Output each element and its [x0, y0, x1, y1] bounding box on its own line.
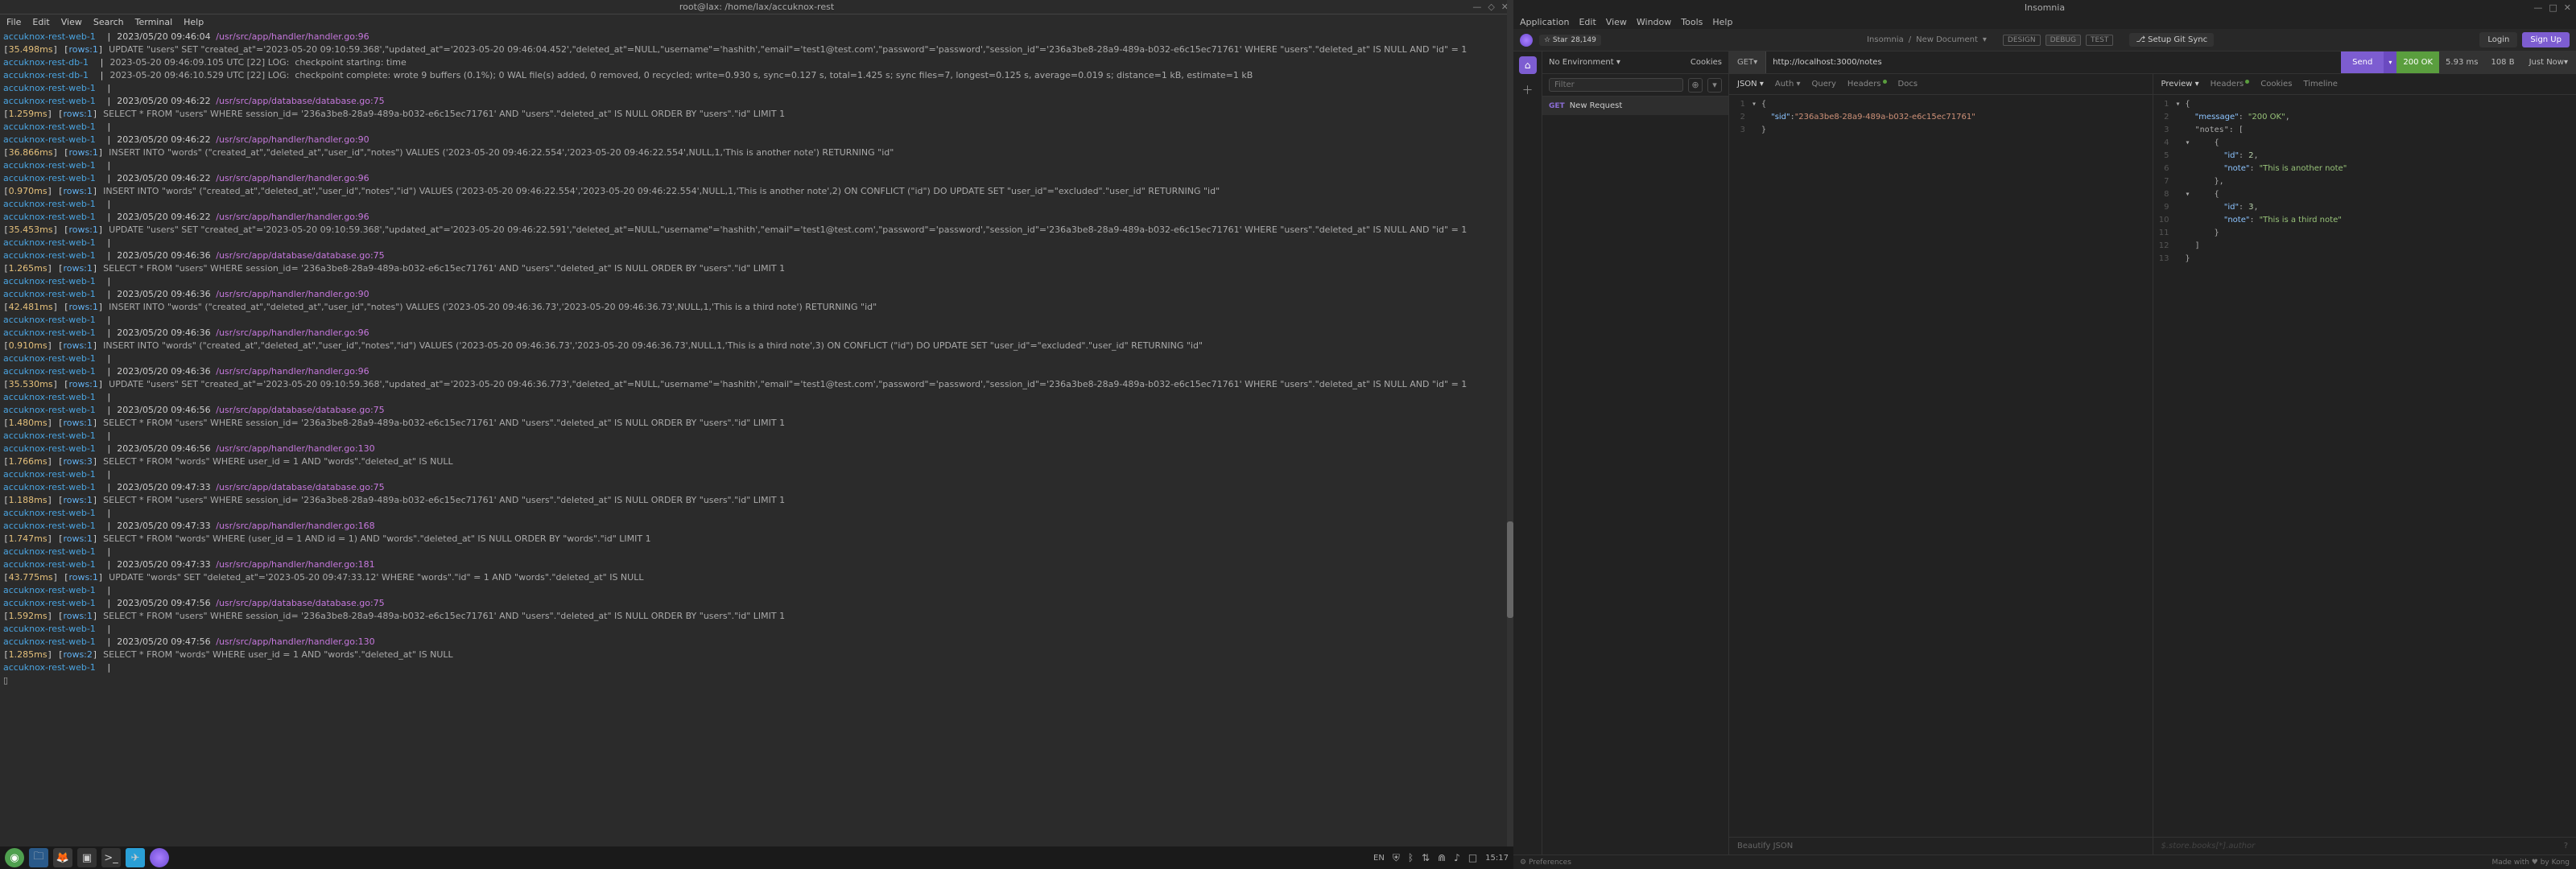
tab-auth[interactable]: Auth ▾ [1775, 80, 1801, 89]
cookies-button[interactable]: Cookies [1690, 58, 1722, 67]
request-body-editor[interactable]: 1▾ { 2 "sid":"236a3be8-28a9-489a-b032-e6… [1729, 95, 2153, 837]
menu-edit[interactable]: Edit [1579, 17, 1596, 27]
send-dropdown[interactable]: ▾ [2384, 51, 2396, 73]
menu-help[interactable]: Help [184, 17, 204, 27]
tab-preview[interactable]: Preview ▾ [2161, 80, 2199, 89]
tab-res-headers[interactable]: Headers [2211, 80, 2250, 89]
tab-res-cookies[interactable]: Cookies [2260, 80, 2292, 89]
insomnia-window: Insomnia — □ ✕ Application Edit View Win… [1513, 0, 2576, 869]
wifi-icon[interactable]: ⋒ [1438, 852, 1446, 863]
tab-test[interactable]: TEST [2086, 35, 2113, 46]
gear-icon[interactable]: ⚙ [1520, 859, 1526, 867]
maximize-icon[interactable]: □ [2549, 2, 2557, 13]
filter-help-icon[interactable]: ? [2564, 842, 2568, 850]
shield-icon[interactable]: ⛨ [1393, 852, 1400, 864]
request-name: New Request [1570, 101, 1623, 110]
insomnia-menubar: Application Edit View Window Tools Help [1513, 14, 2576, 29]
menu-file[interactable]: File [6, 17, 21, 27]
status-time: 5.93 ms [2439, 51, 2484, 73]
signup-button[interactable]: Sign Up [2522, 32, 2570, 47]
chevron-down-icon[interactable]: ▾ [1707, 78, 1722, 93]
method-tag: GET [1549, 102, 1565, 110]
minimize-icon[interactable]: — [2533, 2, 2542, 13]
add-workspace-icon[interactable]: ＋ [1522, 82, 1534, 98]
tab-body[interactable]: JSON ▾ [1737, 80, 1764, 89]
lang-indicator[interactable]: EN [1373, 854, 1385, 863]
method-dropdown[interactable]: GET ▾ [1729, 51, 1766, 73]
plus-circle-icon[interactable]: ⊕ [1688, 78, 1703, 93]
insomnia-title: Insomnia [2025, 2, 2065, 13]
tab-headers[interactable]: Headers [1847, 80, 1887, 89]
firefox-icon[interactable]: 🦊 [53, 848, 72, 867]
minimize-icon[interactable]: — [1472, 2, 1481, 12]
tab-debug[interactable]: DEBUG [2046, 35, 2081, 46]
request-item[interactable]: GET New Request [1542, 97, 1728, 115]
response-filter-input[interactable]: $.store.books[*].author [2161, 842, 2256, 850]
telegram-icon[interactable]: ✈ [126, 848, 145, 867]
terminal-menubar: File Edit View Search Terminal Help [0, 14, 1513, 29]
terminal-icon[interactable]: ▣ [77, 848, 97, 867]
menu-tools[interactable]: Tools [1681, 17, 1703, 27]
status-code: 200 OK [2396, 51, 2439, 73]
status-size: 108 B [2484, 51, 2520, 73]
menu-help[interactable]: Help [1712, 17, 1732, 27]
history-dropdown[interactable]: Just Now ▾ [2521, 51, 2576, 73]
login-button[interactable]: Login [2479, 32, 2517, 47]
terminal2-icon[interactable]: >_ [101, 848, 121, 867]
beautify-button[interactable]: Beautify JSON [1729, 837, 2153, 855]
send-button[interactable]: Send [2341, 51, 2384, 73]
document-name[interactable]: New Document [1916, 35, 1978, 44]
network-icon[interactable]: ⇅ [1422, 852, 1430, 863]
request-pane: JSON ▾ Auth ▾ Query Headers Docs 1▾ { 2 … [1729, 74, 2153, 855]
tab-query[interactable]: Query [1812, 80, 1836, 89]
maximize-icon[interactable]: ◇ [1488, 2, 1494, 12]
insomnia-logo-icon[interactable] [1520, 34, 1533, 47]
tab-timeline[interactable]: Timeline [2303, 80, 2338, 89]
terminal-window: root@lax: /home/lax/accuknox-rest — ◇ ✕ … [0, 0, 1513, 869]
sidebar: No Environment ▾ Cookies ⊕ ▾ GET New Req… [1542, 51, 1729, 855]
files-icon[interactable]: 🗀 [29, 848, 48, 867]
menu-view[interactable]: View [1606, 17, 1627, 27]
menu-view[interactable]: View [61, 17, 82, 27]
menu-terminal[interactable]: Terminal [135, 17, 173, 27]
star-button[interactable]: ☆ Star 28,149 [1539, 35, 1601, 46]
clock[interactable]: 15:17 [1485, 854, 1509, 863]
menu-edit[interactable]: Edit [32, 17, 49, 27]
taskbar: ◉ 🗀 🦊 ▣ >_ ✈ EN ⛨ ᛒ ⇅ ⋒ ♪ □ 15:17 [0, 846, 1513, 869]
insomnia-titlebar[interactable]: Insomnia — □ ✕ [1513, 0, 2576, 14]
insomnia-topbar: ☆ Star 28,149 Insomnia / New Document ▾ … [1513, 29, 2576, 51]
menu-application[interactable]: Application [1520, 17, 1569, 27]
insomnia-icon[interactable] [150, 848, 169, 867]
close-icon[interactable]: ✕ [2564, 2, 2571, 13]
chevron-down-icon[interactable]: ▾ [1983, 35, 1987, 44]
tab-design[interactable]: DESIGN [2003, 35, 2041, 46]
menu-window[interactable]: Window [1637, 17, 1671, 27]
terminal-output[interactable]: accuknox-rest-web-1 | 2023/05/20 09:46:0… [0, 29, 1513, 869]
left-rail: ⌂ ＋ [1513, 51, 1542, 855]
git-sync-button[interactable]: ⎇ Setup Git Sync [2129, 33, 2214, 47]
url-input[interactable]: http://localhost:3000/notes [1766, 51, 2341, 73]
home-icon[interactable]: ⌂ [1519, 56, 1537, 74]
battery-icon[interactable]: □ [1468, 852, 1477, 863]
tab-docs[interactable]: Docs [1898, 80, 1918, 89]
url-bar: GET ▾ http://localhost:3000/notes Send ▾… [1729, 51, 2576, 74]
menu-search[interactable]: Search [93, 17, 124, 27]
bluetooth-icon[interactable]: ᛒ [1408, 852, 1414, 863]
filter-input[interactable] [1549, 78, 1683, 92]
insomnia-statusbar: ⚙ Preferences Made with ♥ by Kong [1513, 855, 2576, 869]
terminal-scrollbar[interactable] [1507, 0, 1513, 869]
response-body-viewer[interactable]: 1▾ { 2 "message": "200 OK", 3 "notes": [… [2153, 95, 2576, 837]
preferences-link[interactable]: Preferences [1529, 859, 1571, 867]
scrollbar-thumb[interactable] [1507, 521, 1513, 618]
environment-dropdown[interactable]: No Environment ▾ [1549, 58, 1684, 67]
breadcrumb: Insomnia / New Document ▾ [1867, 35, 1987, 44]
made-by: Made with ♥ by Kong [2491, 859, 2570, 867]
terminal-title: root@lax: /home/lax/accuknox-rest [679, 2, 834, 12]
response-pane: Preview ▾ Headers Cookies Timeline 1▾ { … [2153, 74, 2576, 855]
menu-icon[interactable]: ◉ [5, 848, 24, 867]
terminal-titlebar[interactable]: root@lax: /home/lax/accuknox-rest — ◇ ✕ [0, 0, 1513, 14]
workspace-name[interactable]: Insomnia [1867, 35, 1904, 44]
volume-icon[interactable]: ♪ [1454, 852, 1460, 863]
